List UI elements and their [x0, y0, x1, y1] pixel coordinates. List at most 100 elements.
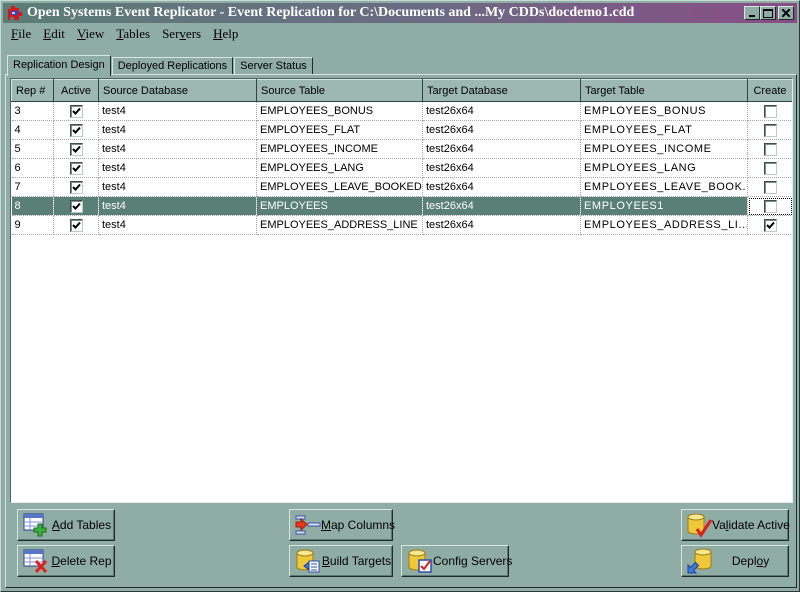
create-checkbox-cell[interactable]	[747, 177, 792, 197]
build-targets-button[interactable]: Build Targets	[289, 545, 393, 577]
active-checkbox[interactable]	[69, 218, 83, 232]
tab-replication-design[interactable]: Replication Design	[7, 55, 111, 76]
active-checkbox[interactable]	[69, 123, 83, 137]
map-columns-button[interactable]: Map Columns	[289, 509, 395, 541]
active-checkbox-cell[interactable]	[53, 196, 99, 216]
target-table-cell[interactable]: EMPLOYEES_FLAT	[580, 120, 748, 140]
create-checkbox-cell[interactable]	[747, 120, 792, 140]
source-database-cell[interactable]: test4	[98, 101, 257, 121]
active-checkbox-cell[interactable]	[53, 139, 99, 159]
minimize-button[interactable]	[744, 6, 760, 20]
rep-number-cell[interactable]: 3	[11, 101, 54, 121]
column-header-source-table[interactable]: Source Table	[256, 79, 423, 102]
close-button[interactable]	[778, 6, 794, 20]
rep-number-cell[interactable]: 5	[11, 139, 54, 159]
table-row[interactable]: 3 test4 EMPLOYEES_BONUS test26x64 EMPLOYEES_…	[11, 101, 792, 121]
source-table-cell[interactable]: EMPLOYEES_INCOME	[256, 139, 423, 159]
title-bar[interactable]: Open Systems Event Replicator - Event Re…	[3, 3, 797, 23]
target-database-cell[interactable]: test26x64	[422, 215, 581, 235]
active-checkbox[interactable]	[69, 180, 83, 194]
create-checkbox-cell[interactable]	[747, 139, 792, 159]
source-database-cell[interactable]: test4	[98, 196, 257, 216]
target-table-cell[interactable]: EMPLOYEES_BONUS	[580, 101, 748, 121]
target-database-cell[interactable]: test26x64	[422, 139, 581, 159]
active-checkbox[interactable]	[69, 104, 83, 118]
table-row[interactable]: 5 test4 EMPLOYEES_INCOME test26x64 EMPLOYEES…	[11, 139, 792, 159]
tab-deployed-replications[interactable]: Deployed Replications	[111, 57, 234, 75]
active-checkbox[interactable]	[69, 142, 83, 156]
source-table-cell[interactable]: EMPLOYEES_LEAVE_BOOKED	[256, 177, 423, 197]
create-checkbox[interactable]	[763, 161, 777, 175]
active-checkbox-cell[interactable]	[53, 177, 99, 197]
target-table-cell[interactable]: EMPLOYEES1	[580, 196, 748, 216]
target-table-cell[interactable]: EMPLOYEES_LEAVE_BOOK...	[580, 177, 748, 197]
config-servers-button[interactable]: Config Servers	[401, 545, 512, 577]
table-row[interactable]: 4 test4 EMPLOYEES_FLAT test26x64 EMPLOYEES_F…	[11, 120, 792, 140]
create-checkbox-cell[interactable]	[747, 196, 792, 216]
target-database-cell[interactable]: test26x64	[422, 101, 581, 121]
source-table-cell[interactable]: EMPLOYEES_FLAT	[256, 120, 423, 140]
column-header-target-database[interactable]: Target Database	[422, 79, 581, 102]
table-row[interactable]: 9 test4 EMPLOYEES_ADDRESS_LINE test26x64 EMP…	[11, 215, 792, 235]
target-table-cell[interactable]: EMPLOYEES_INCOME	[580, 139, 748, 159]
source-table-cell[interactable]: EMPLOYEES_ADDRESS_LINE	[256, 215, 423, 235]
column-header-source-database[interactable]: Source Database	[98, 79, 257, 102]
column-header-active[interactable]: Active	[53, 79, 99, 102]
source-database-cell[interactable]: test4	[98, 158, 257, 178]
create-checkbox[interactable]	[763, 142, 777, 156]
deploy-button[interactable]: Deploy	[681, 545, 789, 577]
create-checkbox[interactable]	[763, 180, 777, 194]
target-table-cell[interactable]: EMPLOYEES_ADDRESS_LI...	[580, 215, 748, 235]
rep-number-cell[interactable]: 4	[11, 120, 54, 140]
column-header-create[interactable]: Create	[747, 79, 792, 102]
menu-servers[interactable]: Servers	[156, 25, 207, 43]
rep-number-cell[interactable]: 8	[11, 196, 54, 216]
target-database-cell[interactable]: test26x64	[422, 120, 581, 140]
menu-file[interactable]: File	[5, 25, 37, 43]
active-checkbox-cell[interactable]	[53, 101, 99, 121]
source-database-cell[interactable]: test4	[98, 120, 257, 140]
source-table-cell[interactable]: EMPLOYEES_LANG	[256, 158, 423, 178]
source-table-cell[interactable]: EMPLOYEES_BONUS	[256, 101, 423, 121]
create-checkbox[interactable]	[763, 218, 777, 232]
table-row[interactable]: 6 test4 EMPLOYEES_LANG test26x64 EMPLOYEES_L…	[11, 158, 792, 178]
target-database-cell[interactable]: test26x64	[422, 158, 581, 178]
source-database-cell[interactable]: test4	[98, 215, 257, 235]
add-tables-button[interactable]: Add Tables	[17, 509, 115, 541]
maximize-button[interactable]	[760, 6, 776, 20]
rep-number-cell[interactable]: 9	[11, 215, 54, 235]
active-checkbox-cell[interactable]	[53, 158, 99, 178]
menu-help[interactable]: Help	[207, 25, 244, 43]
create-checkbox-cell[interactable]	[747, 215, 792, 235]
replication-grid[interactable]: Rep # Active Source Database Source Tabl…	[10, 78, 793, 503]
rep-number-cell[interactable]: 7	[11, 177, 54, 197]
source-table-cell[interactable]: EMPLOYEES	[256, 196, 423, 216]
validate-active-button[interactable]: Validate Active	[681, 509, 790, 541]
tab-server-status[interactable]: Server Status	[234, 57, 313, 75]
create-checkbox-cell[interactable]	[747, 158, 792, 178]
active-checkbox[interactable]	[69, 161, 83, 175]
table-row[interactable]: 8 test4 EMPLOYEES test26x64 EMPLOYEES1	[11, 196, 792, 216]
delete-rep-button[interactable]: Delete Rep	[17, 545, 115, 577]
create-checkbox-cell[interactable]	[747, 101, 792, 121]
active-checkbox[interactable]	[69, 199, 83, 213]
active-checkbox-cell[interactable]	[53, 120, 99, 140]
grid-header-row: Rep # Active Source Database Source Tabl…	[11, 79, 792, 102]
source-database-cell[interactable]: test4	[98, 177, 257, 197]
menu-view[interactable]: View	[71, 25, 110, 43]
create-checkbox[interactable]	[763, 104, 777, 118]
source-database-cell[interactable]: test4	[98, 139, 257, 159]
menu-tables[interactable]: Tables	[110, 25, 156, 43]
column-header-rep[interactable]: Rep #	[11, 79, 54, 102]
rep-number-cell[interactable]: 6	[11, 158, 54, 178]
target-database-cell[interactable]: test26x64	[422, 177, 581, 197]
target-table-cell[interactable]: EMPLOYEES_LANG	[580, 158, 748, 178]
target-database-cell[interactable]: test26x64	[422, 196, 581, 216]
menu-edit[interactable]: Edit	[37, 25, 71, 43]
create-checkbox[interactable]	[763, 199, 777, 213]
column-header-target-table[interactable]: Target Table	[580, 79, 748, 102]
database-build-icon	[295, 548, 321, 574]
create-checkbox[interactable]	[763, 123, 777, 137]
table-row[interactable]: 7 test4 EMPLOYEES_LEAVE_BOOKED test26x64 EMP…	[11, 177, 792, 197]
active-checkbox-cell[interactable]	[53, 215, 99, 235]
